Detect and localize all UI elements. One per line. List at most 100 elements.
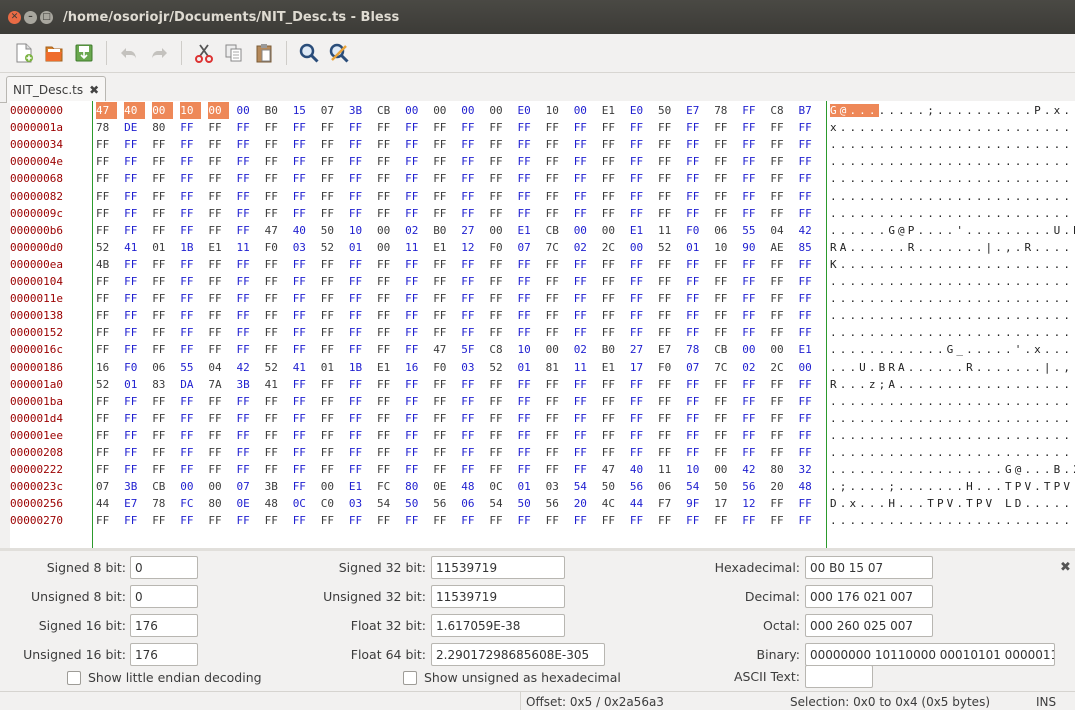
hex-byte[interactable]: 56	[433, 495, 454, 512]
hex-byte[interactable]: FF	[180, 205, 201, 222]
hex-byte[interactable]: 11	[658, 222, 679, 239]
hex-byte[interactable]: FF	[321, 205, 342, 222]
hex-byte[interactable]: FF	[799, 153, 820, 170]
hex-byte[interactable]: 42	[799, 222, 820, 239]
hex-byte[interactable]: FF	[574, 153, 595, 170]
hex-byte[interactable]: FF	[770, 153, 791, 170]
hex-byte[interactable]: FF	[377, 119, 398, 136]
hex-byte[interactable]: 52	[489, 359, 510, 376]
hex-byte[interactable]: FF	[180, 410, 201, 427]
hex-byte[interactable]: FF	[602, 256, 623, 273]
hex-byte[interactable]: FF	[377, 376, 398, 393]
hex-byte[interactable]: FF	[630, 188, 651, 205]
hex-byte[interactable]: FF	[433, 410, 454, 427]
hex-byte[interactable]: 0E	[433, 478, 454, 495]
hex-byte[interactable]: FF	[208, 461, 229, 478]
row-ascii[interactable]: ..........................	[830, 444, 1075, 461]
hex-byte[interactable]: 00	[489, 222, 510, 239]
hex-byte[interactable]: FF	[546, 324, 567, 341]
hex-byte[interactable]: C8	[770, 102, 791, 119]
hex-byte[interactable]: FF	[180, 119, 201, 136]
hex-byte[interactable]: 01	[518, 478, 539, 495]
hex-byte[interactable]: FF	[686, 153, 707, 170]
hex-byte[interactable]: FF	[237, 410, 258, 427]
hex-byte[interactable]: FF	[405, 290, 426, 307]
hex-byte[interactable]: FF	[546, 290, 567, 307]
row-ascii[interactable]: ..........................	[830, 205, 1075, 222]
hex-byte[interactable]: 41	[265, 376, 286, 393]
hex-byte[interactable]: FF	[237, 136, 258, 153]
paste-button[interactable]	[250, 39, 278, 67]
row-ascii[interactable]: R...z;A...................	[830, 376, 1075, 393]
hex-byte[interactable]: FF	[152, 512, 173, 529]
hex-byte[interactable]: FF	[546, 273, 567, 290]
hex-byte[interactable]: 40	[293, 222, 314, 239]
hex-byte[interactable]: FF	[405, 170, 426, 187]
hex-byte[interactable]: FF	[377, 461, 398, 478]
hex-byte[interactable]: FF	[461, 324, 482, 341]
hex-byte[interactable]: FF	[686, 273, 707, 290]
hex-byte[interactable]: 32	[799, 461, 820, 478]
hex-byte[interactable]: FF	[742, 512, 763, 529]
hex-byte[interactable]: FF	[405, 324, 426, 341]
hex-byte[interactable]: FF	[658, 153, 679, 170]
hex-byte[interactable]: FF	[433, 393, 454, 410]
hex-byte[interactable]: FF	[237, 461, 258, 478]
hex-byte[interactable]: FF	[349, 188, 370, 205]
hex-byte[interactable]: FF	[377, 153, 398, 170]
hex-byte[interactable]: FF	[180, 153, 201, 170]
hex-byte[interactable]: FF	[237, 341, 258, 358]
hex-byte[interactable]: FF	[433, 427, 454, 444]
hex-byte[interactable]: FF	[237, 273, 258, 290]
hex-byte[interactable]: FF	[124, 170, 145, 187]
hex-byte[interactable]: 56	[546, 495, 567, 512]
hex-byte[interactable]: 16	[405, 359, 426, 376]
signed-16bit-field[interactable]: 176	[130, 614, 198, 637]
hex-byte[interactable]: FF	[321, 512, 342, 529]
hex-byte[interactable]: F0	[658, 359, 679, 376]
hex-byte[interactable]: FF	[321, 410, 342, 427]
hex-byte[interactable]: 40	[630, 461, 651, 478]
hex-byte[interactable]: FF	[546, 256, 567, 273]
hex-byte[interactable]: FF	[124, 153, 145, 170]
hex-byte[interactable]: FF	[714, 119, 735, 136]
row-ascii[interactable]: ..........................	[830, 393, 1075, 410]
hex-byte[interactable]: 10	[686, 461, 707, 478]
hex-byte[interactable]: FF	[321, 461, 342, 478]
hex-byte[interactable]: FF	[152, 444, 173, 461]
hex-byte[interactable]: 2C	[602, 239, 623, 256]
hex-byte[interactable]: FF	[799, 376, 820, 393]
hex-byte[interactable]: FF	[686, 290, 707, 307]
hex-byte[interactable]: FF	[461, 512, 482, 529]
hex-byte[interactable]: 3B	[124, 478, 145, 495]
hex-byte[interactable]: E0	[518, 102, 539, 119]
hex-byte[interactable]: 54	[489, 495, 510, 512]
hex-byte[interactable]: FF	[714, 205, 735, 222]
find-button[interactable]	[295, 39, 323, 67]
hex-byte[interactable]: FF	[152, 153, 173, 170]
hex-view[interactable]: 00000000 47 40 00 10 00 00 B0 15 07 3B CB 00 00 00 00 E0…	[10, 101, 1075, 548]
hex-byte[interactable]: FF	[602, 444, 623, 461]
hex-byte[interactable]: FF	[602, 136, 623, 153]
hex-byte[interactable]: FF	[96, 324, 117, 341]
hex-byte[interactable]: FF	[321, 273, 342, 290]
hex-byte[interactable]: FF	[180, 461, 201, 478]
hex-byte[interactable]: FF	[714, 376, 735, 393]
hex-byte[interactable]: FF	[152, 205, 173, 222]
hex-byte[interactable]: FF	[799, 512, 820, 529]
hex-byte[interactable]: FF	[237, 222, 258, 239]
hex-row[interactable]: 0000023c 07 3B CB 00 00 07 3B FF 00 E1 FC 80 0E 48 0C 01…	[10, 478, 1075, 495]
hex-byte[interactable]: F0	[489, 239, 510, 256]
hex-byte[interactable]: FF	[237, 324, 258, 341]
hex-byte[interactable]: FF	[714, 136, 735, 153]
hex-byte[interactable]: FF	[546, 153, 567, 170]
hex-byte[interactable]: FF	[152, 136, 173, 153]
hex-byte[interactable]: FF	[602, 307, 623, 324]
signed-8bit-field[interactable]: 0	[130, 556, 198, 579]
hex-row[interactable]: 000001d4 FF FF FF FF FF FF FF FF FF FF FF FF FF FF FF FF…	[10, 410, 1075, 427]
hex-byte[interactable]: FF	[686, 393, 707, 410]
hex-byte[interactable]: FF	[546, 461, 567, 478]
hex-byte[interactable]: FF	[208, 222, 229, 239]
hex-byte[interactable]: FF	[349, 341, 370, 358]
hex-byte[interactable]: FF	[546, 136, 567, 153]
